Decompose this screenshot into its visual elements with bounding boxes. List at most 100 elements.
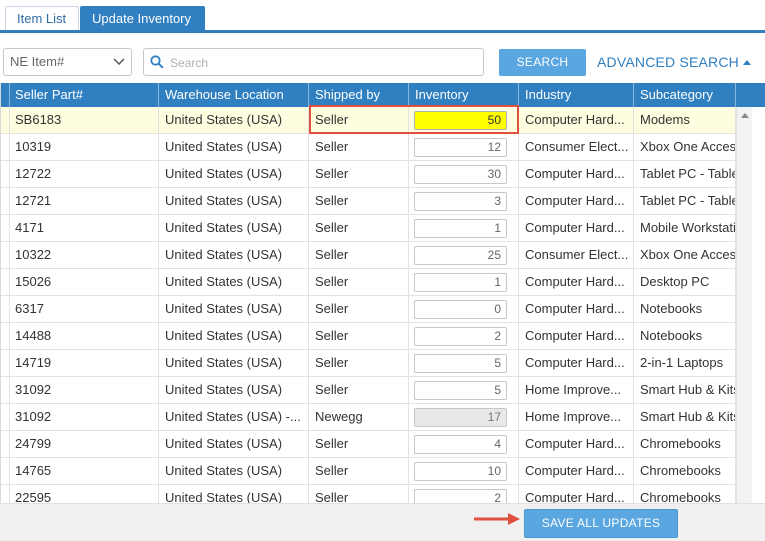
cell-inventory: 10 bbox=[409, 458, 519, 484]
cell-subcategory: Mobile Workstations bbox=[634, 215, 736, 241]
table-row[interactable]: SB6183 United States (USA) Seller 50 Compute… bbox=[1, 107, 736, 134]
scroll-up-icon[interactable] bbox=[741, 113, 749, 118]
table-row[interactable]: 6317 United States (USA) Seller 0 Computer H… bbox=[1, 296, 736, 323]
inventory-input[interactable]: 1 bbox=[414, 273, 507, 292]
inventory-input[interactable]: 25 bbox=[414, 246, 507, 265]
table-row[interactable]: 31092 United States (USA) Seller 5 Home Impr… bbox=[1, 377, 736, 404]
cell-subcategory: 2-in-1 Laptops bbox=[634, 350, 736, 376]
cell-inventory: 0 bbox=[409, 296, 519, 322]
cell-industry: Computer Hard... bbox=[519, 458, 634, 484]
col-seller-part[interactable]: Seller Part# bbox=[9, 83, 159, 107]
cell-seller-part: 31092 bbox=[9, 404, 159, 430]
cell-subcategory: Xbox One Accessories bbox=[634, 134, 736, 160]
inventory-input[interactable]: 3 bbox=[414, 192, 507, 211]
col-inventory[interactable]: Inventory bbox=[409, 83, 519, 107]
cell-warehouse-location: United States (USA) bbox=[159, 296, 309, 322]
inventory-input[interactable]: 0 bbox=[414, 300, 507, 319]
tab-bar: Item List Update Inventory bbox=[0, 0, 765, 34]
table-row[interactable]: 12722 United States (USA) Seller 30 Computer… bbox=[1, 161, 736, 188]
cell-industry: Consumer Elect... bbox=[519, 242, 634, 268]
cell-shipped-by: Seller bbox=[309, 431, 409, 457]
cell-seller-part: 10322 bbox=[9, 242, 159, 268]
inventory-input[interactable]: 50 bbox=[414, 111, 507, 130]
search-field-select[interactable]: NE Item# bbox=[3, 48, 132, 76]
advanced-search-link[interactable]: ADVANCED SEARCH bbox=[597, 54, 751, 70]
table-row[interactable]: 14765 United States (USA) Seller 10 Computer… bbox=[1, 458, 736, 485]
col-shipped-by[interactable]: Shipped by bbox=[309, 83, 409, 107]
inventory-input[interactable]: 12 bbox=[414, 138, 507, 157]
cell-inventory: 5 bbox=[409, 377, 519, 403]
cell-shipped-by: Seller bbox=[309, 188, 409, 214]
cell-seller-part: 6317 bbox=[9, 296, 159, 322]
cell-shipped-by: Newegg bbox=[309, 404, 409, 430]
cell-shipped-by: Seller bbox=[309, 350, 409, 376]
cell-warehouse-location: United States (USA) bbox=[159, 377, 309, 403]
tab-update-inventory[interactable]: Update Inventory bbox=[80, 6, 205, 30]
inventory-input[interactable]: 5 bbox=[414, 354, 507, 373]
cell-inventory: 12 bbox=[409, 134, 519, 160]
table-row[interactable]: 10319 United States (USA) Seller 12 Consumer… bbox=[1, 134, 736, 161]
cell-seller-part: 12721 bbox=[9, 188, 159, 214]
cell-industry: Computer Hard... bbox=[519, 107, 634, 133]
cell-seller-part: 15026 bbox=[9, 269, 159, 295]
cell-inventory: 17 bbox=[409, 404, 519, 430]
table-row[interactable]: 15026 United States (USA) Seller 1 Computer … bbox=[1, 269, 736, 296]
cell-shipped-by: Seller bbox=[309, 107, 409, 133]
cell-inventory: 2 bbox=[409, 323, 519, 349]
cell-warehouse-location: United States (USA) bbox=[159, 188, 309, 214]
table-row[interactable]: 12721 United States (USA) Seller 3 Computer … bbox=[1, 188, 736, 215]
col-warehouse-location[interactable]: Warehouse Location bbox=[159, 83, 309, 107]
search-input[interactable] bbox=[168, 51, 472, 75]
cell-inventory: 2 bbox=[409, 485, 519, 503]
table-row[interactable]: 14488 United States (USA) Seller 2 Computer … bbox=[1, 323, 736, 350]
inventory-grid: Seller Part# Warehouse Location Shipped … bbox=[0, 83, 765, 503]
col-subcategory[interactable]: Subcategory bbox=[634, 83, 736, 107]
cell-subcategory: Chromebooks bbox=[634, 485, 736, 503]
cell-industry: Computer Hard... bbox=[519, 296, 634, 322]
inventory-input[interactable]: 2 bbox=[414, 327, 507, 346]
cell-shipped-by: Seller bbox=[309, 485, 409, 503]
cell-shipped-by: Seller bbox=[309, 215, 409, 241]
cell-inventory: 4 bbox=[409, 431, 519, 457]
table-row[interactable]: 24799 United States (USA) Seller 4 Computer … bbox=[1, 431, 736, 458]
vertical-scrollbar[interactable] bbox=[736, 107, 753, 503]
inventory-input: 17 bbox=[414, 408, 507, 427]
cell-industry: Consumer Elect... bbox=[519, 134, 634, 160]
cell-industry: Computer Hard... bbox=[519, 431, 634, 457]
cell-warehouse-location: United States (USA) bbox=[159, 269, 309, 295]
cell-warehouse-location: United States (USA) bbox=[159, 323, 309, 349]
col-industry[interactable]: Industry bbox=[519, 83, 634, 107]
save-all-updates-button[interactable]: SAVE ALL UPDATES bbox=[524, 509, 678, 538]
table-row[interactable]: 14719 United States (USA) Seller 5 Computer … bbox=[1, 350, 736, 377]
inventory-input[interactable]: 2 bbox=[414, 489, 507, 503]
inventory-input[interactable]: 30 bbox=[414, 165, 507, 184]
inventory-input[interactable]: 4 bbox=[414, 435, 507, 454]
tab-item-list[interactable]: Item List bbox=[5, 6, 79, 30]
cell-shipped-by: Seller bbox=[309, 134, 409, 160]
table-row[interactable]: 31092 United States (USA) -... Newegg 17 Hom… bbox=[1, 404, 736, 431]
table-row[interactable]: 4171 United States (USA) Seller 1 Computer H… bbox=[1, 215, 736, 242]
inventory-input[interactable]: 1 bbox=[414, 219, 507, 238]
cell-industry: Home Improve... bbox=[519, 404, 634, 430]
table-row[interactable]: 10322 United States (USA) Seller 25 Consumer… bbox=[1, 242, 736, 269]
table-row[interactable]: 22595 United States (USA) Seller 2 Computer … bbox=[1, 485, 736, 503]
cell-industry: Computer Hard... bbox=[519, 485, 634, 503]
search-button[interactable]: SEARCH bbox=[499, 49, 586, 76]
cell-seller-part: 4171 bbox=[9, 215, 159, 241]
cell-industry: Computer Hard... bbox=[519, 350, 634, 376]
inventory-input[interactable]: 5 bbox=[414, 381, 507, 400]
cell-seller-part: 12722 bbox=[9, 161, 159, 187]
cell-inventory: 1 bbox=[409, 215, 519, 241]
tab-underline bbox=[0, 30, 765, 33]
cell-seller-part: 10319 bbox=[9, 134, 159, 160]
search-box[interactable] bbox=[143, 48, 484, 76]
cell-subcategory: Smart Hub & Kits bbox=[634, 404, 736, 430]
cell-shipped-by: Seller bbox=[309, 323, 409, 349]
caret-up-icon bbox=[743, 60, 751, 65]
cell-subcategory: Desktop PC bbox=[634, 269, 736, 295]
cell-subcategory: Smart Hub & Kits bbox=[634, 377, 736, 403]
inventory-input[interactable]: 10 bbox=[414, 462, 507, 481]
grid-right-gutter bbox=[752, 107, 765, 503]
cell-subcategory: Chromebooks bbox=[634, 431, 736, 457]
cell-industry: Computer Hard... bbox=[519, 323, 634, 349]
